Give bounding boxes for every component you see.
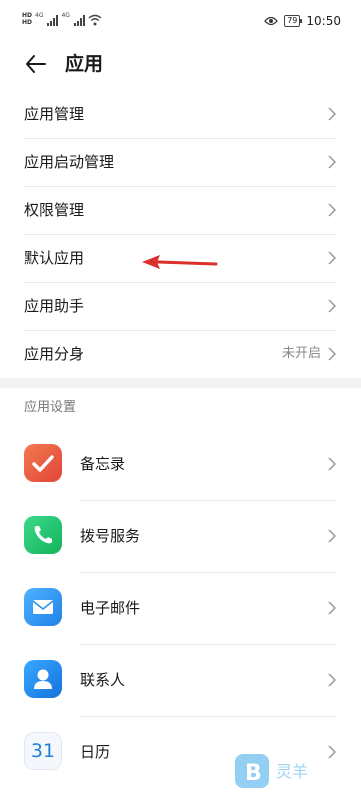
calendar-icon: 31 [24,732,62,770]
app-row-contacts[interactable]: 联系人 [0,644,361,716]
chevron-right-icon [328,299,337,313]
menu-item-label: 应用管理 [24,105,85,123]
status-right: 79 10:50 [264,14,341,28]
network-indicators: HD HD 4G 4G [22,12,102,26]
menu-item-app-assistant[interactable]: 应用助手 [0,282,361,330]
network-type-label-2: 4G [61,12,70,19]
chevron-right-icon [328,107,337,121]
hd-icon: HD HD [22,12,33,26]
chevron-right-icon [328,601,337,615]
signal-icon-2 [73,14,85,26]
contacts-icon [24,660,62,698]
phone-icon [24,516,62,554]
wifi-icon [88,14,102,26]
chevron-right-icon [328,347,337,361]
chevron-right-icon [328,457,337,471]
section-separator [0,378,361,388]
section-title: 应用设置 [24,400,77,415]
chevron-right-icon [328,203,337,217]
mail-icon [24,588,62,626]
app-row-notes[interactable]: 备忘录 [0,428,361,500]
menu-item-label: 默认应用 [24,249,85,267]
app-row-label: 联系人 [80,671,126,689]
signal-icon [47,14,59,26]
app-row-dialer[interactable]: 拨号服务 [0,500,361,572]
app-row-label: 备忘录 [80,455,126,473]
app-row-label: 日历 [80,743,111,761]
app-row-label: 电子邮件 [80,599,141,617]
chevron-right-icon [328,673,337,687]
svg-text:B: B [245,761,262,786]
chevron-right-icon [328,529,337,543]
battery-icon: 79 [284,15,303,27]
page-title: 应用 [65,53,104,75]
menu-item-label: 应用启动管理 [24,153,115,171]
menu-item-label: 应用助手 [24,297,85,315]
chevron-right-icon [328,251,337,265]
app-row-label: 拨号服务 [80,527,141,545]
back-arrow-icon[interactable] [24,52,48,76]
menu-item-label: 应用分身 [24,345,85,363]
top-bar: 应用 [0,40,361,90]
status-bar: HD HD 4G 4G 79 10:50 [0,0,361,40]
notes-icon [24,444,62,482]
menu-item-permission-management[interactable]: 权限管理 [0,186,361,234]
chevron-right-icon [328,155,337,169]
annotation-arrow-icon [142,255,218,269]
eye-icon [264,16,279,26]
app-row-email[interactable]: 电子邮件 [0,572,361,644]
clock: 10:50 [306,14,341,28]
menu-item-label: 权限管理 [24,201,85,219]
watermark-text: 灵羊 [276,762,309,781]
network-type-label: 4G [35,12,44,19]
menu-item-status: 未开启 [281,346,321,361]
menu-item-app-twin[interactable]: 应用分身 未开启 [0,330,361,378]
menu-item-app-management[interactable]: 应用管理 [0,90,361,138]
menu-item-startup-management[interactable]: 应用启动管理 [0,138,361,186]
